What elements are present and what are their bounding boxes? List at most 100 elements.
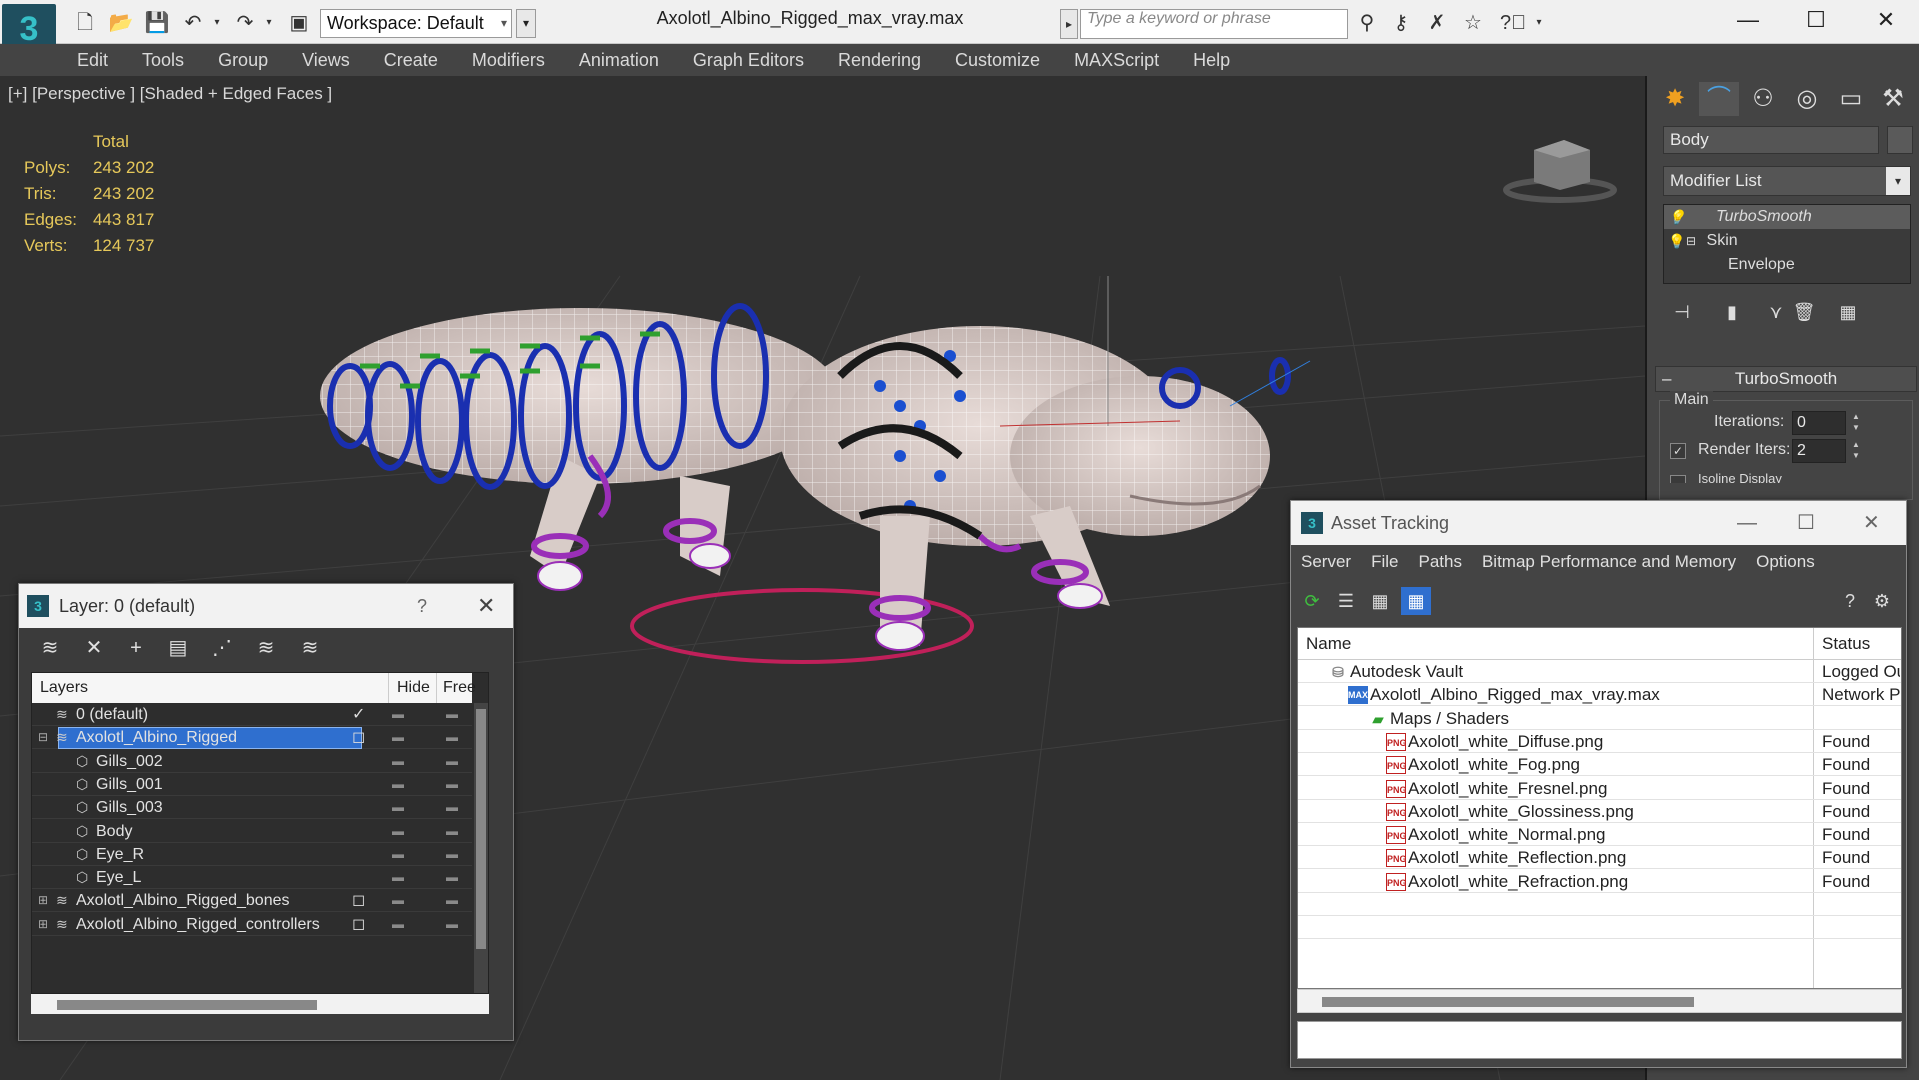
freeze-toggle-icon[interactable]: ▬ [446, 820, 458, 843]
maximize-button[interactable]: ☐ [1797, 501, 1815, 545]
menu-modifiers[interactable]: Modifiers [455, 44, 562, 76]
workspace-more-button[interactable]: ▾ [516, 9, 536, 38]
thumbnail-view-icon[interactable]: ▦ [1365, 587, 1395, 615]
minimize-button[interactable]: — [1737, 501, 1757, 545]
list-view-icon[interactable]: ☰ [1331, 587, 1361, 615]
binoculars-icon[interactable]: ⚲ [1354, 10, 1380, 36]
layer-row[interactable]: ⊟ ≋ Axolotl_Albino_Rigged ◻ ▬ ▬ [32, 726, 472, 750]
search-input[interactable]: Type a keyword or phrase [1080, 9, 1348, 39]
settings-icon[interactable]: ⚙ [1867, 587, 1897, 615]
menu-rendering[interactable]: Rendering [821, 44, 938, 76]
add-icon[interactable]: + [121, 634, 151, 662]
menu-graph-editors[interactable]: Graph Editors [676, 44, 821, 76]
horizontal-scrollbar[interactable] [1297, 989, 1902, 1013]
column-name[interactable]: Name [1306, 628, 1351, 660]
current-layer-check-icon[interactable]: ✓ [352, 703, 365, 726]
set-current-layer-icon[interactable]: ◻ [352, 726, 365, 749]
redo-icon[interactable]: ↷ [232, 10, 258, 36]
scroll-thumb[interactable] [57, 1000, 317, 1010]
column-freeze[interactable]: Free [436, 673, 476, 703]
hide-toggle-icon[interactable]: ▬ [392, 820, 404, 843]
maximize-button[interactable]: ☐ [1796, 4, 1836, 36]
freeze-toggle-icon[interactable]: ▬ [446, 750, 458, 773]
refresh-icon[interactable]: ⟳ [1297, 587, 1327, 615]
hide-toggle-icon[interactable]: ▬ [392, 843, 404, 866]
asset-row[interactable]: PNG Axolotl_white_Refraction.png Found [1298, 870, 1901, 893]
layer-row[interactable]: ⬡ Eye_R ▬ ▬ [32, 843, 472, 866]
scroll-thumb[interactable] [1322, 997, 1694, 1007]
layer-row[interactable]: ⬡ Gills_003 ▬ ▬ [32, 796, 472, 820]
asset-row[interactable]: PNG Axolotl_white_Diffuse.png Found [1298, 730, 1901, 753]
iterations-input[interactable]: 0 [1792, 411, 1846, 435]
lightbulb-icon[interactable]: 💡 [1668, 205, 1685, 229]
select-layer-icon[interactable]: ⋰ [207, 634, 237, 662]
menu-create[interactable]: Create [367, 44, 455, 76]
utilities-tab-icon[interactable]: ⚒ [1873, 82, 1913, 116]
layer-row[interactable]: ⬡ Eye_L ▬ ▬ [32, 866, 472, 890]
scroll-thumb[interactable] [476, 709, 486, 949]
undo-dropdown-icon[interactable]: ▾ [204, 10, 230, 36]
object-color-swatch[interactable] [1887, 126, 1913, 154]
collapse-icon[interactable]: ⊟ [38, 726, 48, 749]
iterations-spinner[interactable]: ▲ ▼ [1850, 411, 1862, 435]
stack-item-turbosmooth[interactable]: 💡 TurboSmooth [1664, 205, 1910, 229]
horizontal-scrollbar[interactable] [31, 994, 489, 1014]
display-tab-icon[interactable]: ▭ [1831, 82, 1871, 116]
column-hide[interactable]: Hide [388, 673, 430, 703]
close-button[interactable]: ✕ [477, 584, 495, 628]
exchange-icon[interactable]: ✗ [1424, 10, 1450, 36]
highlight-layer-icon[interactable]: ≋ [251, 634, 281, 662]
layer-row[interactable]: ⬡ Gills_001 ▬ ▬ [32, 773, 472, 796]
asset-row[interactable]: PNG Axolotl_white_Fresnel.png Found [1298, 777, 1901, 800]
layer-row[interactable]: ⬡ Body ▬ ▬ [32, 820, 472, 843]
layer-row[interactable]: ⊞ ≋ Axolotl_Albino_Rigged_controllers ◻ ▬ ▬ [32, 913, 472, 936]
foot-bones[interactable] [537, 543, 1103, 651]
viewport-label[interactable]: [+] [Perspective ] [Shaded + Edged Faces… [8, 84, 332, 104]
minimize-button[interactable]: — [1728, 4, 1768, 36]
close-button[interactable]: ✕ [1866, 4, 1906, 36]
stack-item-skin[interactable]: 💡 ⊟ Skin [1664, 229, 1910, 253]
hide-toggle-icon[interactable]: ▬ [392, 796, 404, 819]
asset-row[interactable]: PNG Axolotl_white_Glossiness.png Found [1298, 800, 1901, 823]
freeze-toggle-icon[interactable]: ▬ [446, 726, 458, 749]
freeze-toggle-icon[interactable]: ▬ [446, 703, 458, 726]
search-expand-button[interactable]: ▸ [1060, 9, 1078, 39]
layer-window-titlebar[interactable]: 3 Layer: 0 (default) ? ✕ [19, 584, 513, 628]
freeze-toggle-icon[interactable]: ▬ [446, 889, 458, 912]
redo-dropdown-icon[interactable]: ▾ [256, 10, 282, 36]
configure-sets-icon[interactable]: ▦ [1833, 298, 1863, 326]
hide-toggle-icon[interactable]: ▬ [392, 866, 404, 889]
create-tab-icon[interactable]: ✸ [1655, 82, 1695, 116]
help-dropdown-icon[interactable]: ▾ [1526, 10, 1552, 36]
object-name-field[interactable]: Body [1663, 126, 1879, 154]
render-iters-input[interactable]: 2 [1792, 439, 1846, 463]
vertical-scrollbar[interactable] [474, 703, 488, 993]
freeze-toggle-icon[interactable]: ▬ [446, 866, 458, 889]
menu-views[interactable]: Views [285, 44, 367, 76]
asset-row[interactable]: ▰ Maps / Shaders [1298, 707, 1901, 730]
asset-window-titlebar[interactable]: 3 Asset Tracking — ☐ ✕ [1291, 501, 1906, 545]
favorites-star-icon[interactable]: ☆ [1460, 10, 1486, 36]
workspace-dropdown[interactable]: Workspace: Default ▾ [320, 9, 512, 38]
sort-layer-icon[interactable]: ≋ [295, 634, 325, 662]
hierarchy-tab-icon[interactable]: ⚇ [1743, 82, 1783, 116]
freeze-toggle-icon[interactable]: ▬ [446, 843, 458, 866]
key-icon[interactable]: ⚷ [1388, 10, 1414, 36]
close-button[interactable]: ✕ [1863, 501, 1880, 545]
table-view-icon[interactable]: ▦ [1401, 587, 1431, 615]
open-file-icon[interactable]: 📂 [108, 10, 134, 36]
stack-item-envelope[interactable]: Envelope [1664, 253, 1910, 277]
hide-toggle-icon[interactable]: ▬ [392, 773, 404, 796]
asset-row[interactable]: MAX Axolotl_Albino_Rigged_max_vray.max Net… [1298, 683, 1901, 707]
layer-row[interactable]: ⬡ Gills_002 ▬ ▬ [32, 750, 472, 773]
menu-bitmap-performance[interactable]: Bitmap Performance and Memory [1472, 545, 1746, 579]
make-unique-icon[interactable]: ⋎ [1761, 298, 1791, 326]
menu-options[interactable]: Options [1746, 545, 1825, 579]
column-layers[interactable]: Layers [40, 673, 88, 703]
layer-row[interactable]: ≋ 0 (default) ✓ ▬ ▬ [32, 703, 472, 726]
remove-modifier-icon[interactable]: 🗑 [1789, 298, 1819, 326]
asset-row[interactable]: PNG Axolotl_white_Fog.png Found [1298, 753, 1901, 777]
hide-toggle-icon[interactable]: ▬ [392, 889, 404, 912]
asset-row[interactable]: PNG Axolotl_white_Normal.png Found [1298, 823, 1901, 847]
add-to-layer-icon[interactable]: ▤ [163, 634, 193, 662]
